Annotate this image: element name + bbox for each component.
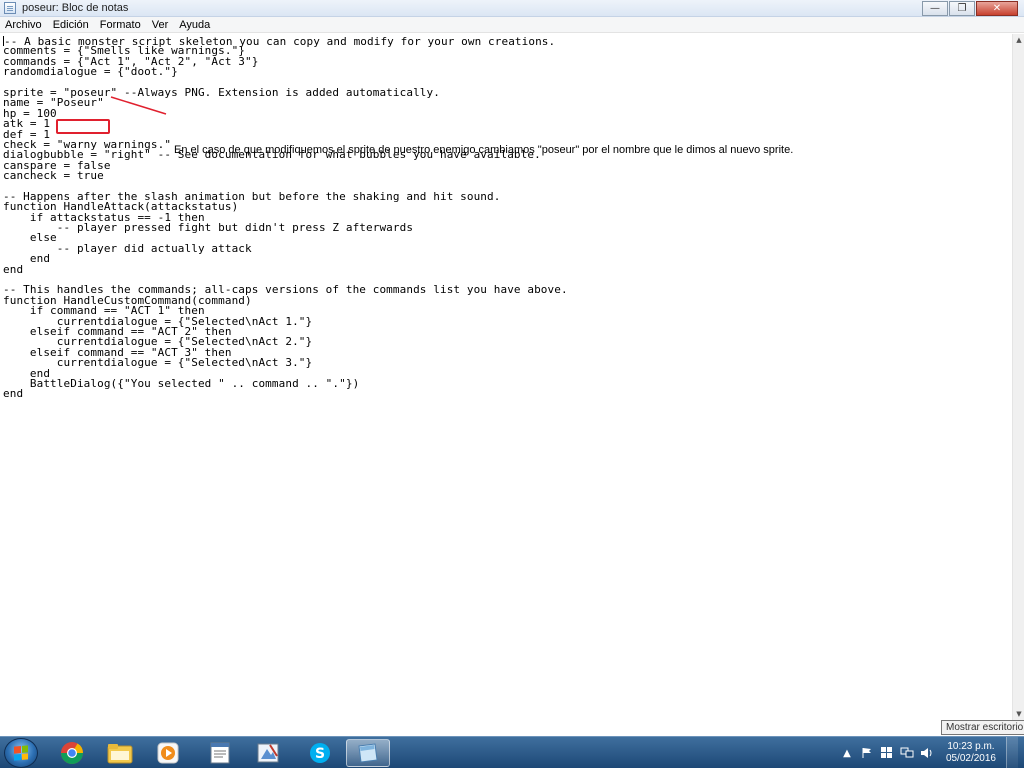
windows-flag-icon[interactable] (880, 746, 894, 760)
taskbar-notepad[interactable] (346, 739, 390, 767)
menu-edicion[interactable]: Edición (52, 19, 90, 31)
code-line: -- player pressed fight but didn't press… (3, 221, 414, 235)
notepad-icon (358, 743, 378, 763)
action-center-flag-icon[interactable] (860, 746, 874, 760)
taskbar-file-explorer[interactable] (98, 739, 142, 767)
show-desktop-tooltip: Mostrar escritorio (941, 720, 1024, 735)
taskbar-notepad-document[interactable] (198, 739, 242, 767)
annotation-note: En el caso de que modifiquemos el sprite… (174, 144, 794, 156)
close-button[interactable]: ✕ (976, 1, 1018, 16)
taskbar-skype[interactable]: S (298, 739, 342, 767)
code-line: currentdialogue = {"Selected\nAct 3."} (3, 356, 313, 370)
system-tray: ▲ 10:23 p.m. 05/02/2016 (840, 737, 1018, 769)
file-explorer-icon (107, 744, 133, 764)
clock[interactable]: 10:23 p.m. 05/02/2016 (946, 741, 996, 765)
text-editor-area[interactable]: -- A basic monster script skeleton you c… (0, 34, 1012, 720)
scroll-down-icon[interactable]: ▼ (1013, 708, 1024, 720)
clock-date: 05/02/2016 (945, 753, 996, 764)
show-desktop-button[interactable] (1006, 737, 1018, 769)
menu-ayuda[interactable]: Ayuda (178, 19, 211, 31)
svg-text:S: S (315, 746, 325, 762)
code-line: end (3, 387, 24, 401)
code-line: cancheck = true (3, 169, 104, 183)
window-title: poseur: Bloc de notas (22, 2, 129, 14)
window-controls: — ❐ ✕ (922, 1, 1018, 16)
paint-icon (257, 743, 279, 763)
chrome-icon (61, 742, 83, 764)
annotation-arrow-line (110, 96, 167, 115)
taskbar-media-player[interactable] (146, 739, 190, 767)
vertical-scrollbar[interactable]: ▲ ▼ (1012, 34, 1024, 720)
notepad-doc-icon (210, 742, 230, 764)
windows-logo-icon (14, 745, 28, 761)
minimize-button[interactable]: — (922, 1, 948, 16)
notepad-icon (4, 2, 16, 14)
network-icon[interactable] (900, 746, 914, 760)
code-line: end (3, 252, 51, 266)
taskbar: S ▲ 10:23 p.m. 05/02/2016 (0, 736, 1024, 769)
menu-archivo[interactable]: Archivo (4, 19, 43, 31)
media-player-icon (157, 742, 179, 764)
maximize-button[interactable]: ❐ (949, 1, 975, 16)
menu-bar: Archivo Edición Formato Ver Ayuda (0, 17, 1024, 33)
scroll-up-icon[interactable]: ▲ (1013, 34, 1024, 46)
code-line: end (3, 262, 24, 276)
start-button[interactable] (4, 738, 38, 768)
show-hidden-icons-icon[interactable]: ▲ (840, 746, 854, 760)
title-bar[interactable]: poseur: Bloc de notas — ❐ ✕ (0, 0, 1024, 17)
skype-icon: S (310, 743, 330, 763)
menu-formato[interactable]: Formato (99, 19, 142, 31)
code-line: -- player did actually attack (3, 241, 252, 255)
volume-icon[interactable] (920, 746, 934, 760)
taskbar-paint[interactable] (246, 739, 290, 767)
code-line: BattleDialog({"You selected " .. command… (3, 376, 360, 390)
menu-ver[interactable]: Ver (151, 19, 170, 31)
taskbar-chrome[interactable] (50, 739, 94, 767)
clock-time: 10:23 p.m. (947, 741, 995, 752)
